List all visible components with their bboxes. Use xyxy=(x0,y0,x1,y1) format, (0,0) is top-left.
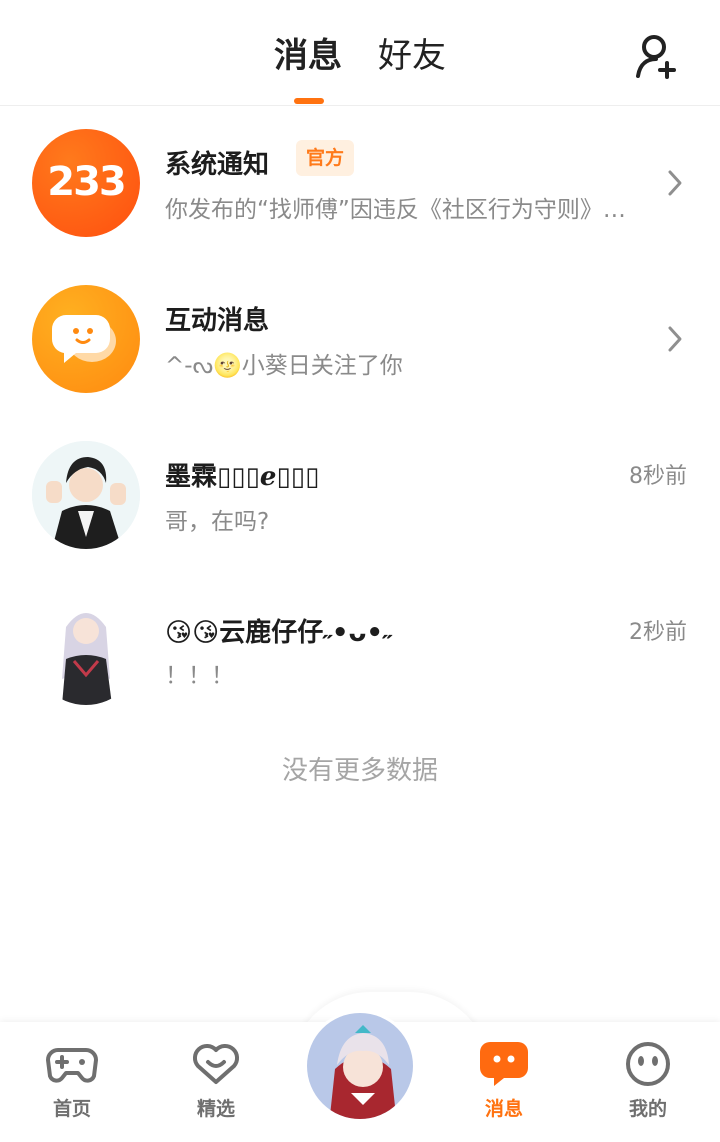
nav-item-messages[interactable]: 消息 xyxy=(454,1040,554,1121)
chevron-right-icon xyxy=(668,170,682,196)
avatar-user-yunlu xyxy=(32,597,140,705)
avatar-user-molin xyxy=(32,441,140,549)
list-item-system-notice[interactable]: 233 系统通知 你发布的“找师傅”因违反《社区行为守则》… xyxy=(0,118,720,248)
list-item-interactions[interactable]: 互动消息 ^-ᔓ🌝小葵日关注了你 xyxy=(0,274,720,404)
anime-girl-image xyxy=(32,597,140,705)
nav-label: 精选 xyxy=(196,1098,235,1120)
tab-friends[interactable]: 好友 xyxy=(378,30,446,82)
nav-label: 我的 xyxy=(628,1098,667,1120)
message-title: 墨霖▯▯▯ℯ▯▯▯ xyxy=(165,462,320,492)
message-preview: 哥，在吗? xyxy=(165,509,270,535)
avatar-233: 233 xyxy=(32,129,140,237)
chat-bubble-icon xyxy=(51,315,116,363)
heart-chat-icon xyxy=(192,1043,240,1084)
nav-label: 首页 xyxy=(52,1098,91,1120)
anime-boy-image xyxy=(32,441,140,549)
header: 消息 好友 xyxy=(0,0,720,106)
avatar-chat xyxy=(32,285,140,393)
nav-label: 消息 xyxy=(484,1098,523,1120)
message-preview: 你发布的“找师傅”因违反《社区行为守则》… xyxy=(165,197,626,223)
message-preview: ！！！ xyxy=(165,663,234,689)
message-title: 😘😘云鹿仔仔˶•ᴗ•˶ xyxy=(165,618,392,648)
tab-messages[interactable]: 消息 xyxy=(274,30,342,82)
nav-center-avatar[interactable] xyxy=(304,1010,416,1122)
message-title: 系统通知 xyxy=(165,150,270,180)
message-time: 2秒前 xyxy=(629,620,687,645)
no-more-data-text: 没有更多数据 xyxy=(281,756,438,786)
nav-item-home[interactable]: 首页 xyxy=(22,1040,122,1121)
official-badge: 官方 xyxy=(296,140,355,176)
face-icon xyxy=(626,1042,670,1086)
message-preview: ^-ᔓ🌝小葵日关注了你 xyxy=(165,353,403,379)
tab-indicator xyxy=(294,98,324,104)
gamepad-icon xyxy=(46,1048,98,1083)
list-item-chat-molin[interactable]: 墨霖▯▯▯ℯ▯▯▯ 哥，在吗? 8秒前 xyxy=(0,430,720,560)
nav-item-featured[interactable]: 精选 xyxy=(166,1040,266,1121)
message-icon xyxy=(480,1042,528,1086)
list-item-chat-yunlu[interactable]: 😘😘云鹿仔仔˶•ᴗ•˶ ！！！ 2秒前 xyxy=(0,586,720,716)
chevron-right-icon xyxy=(668,326,682,352)
add-user-icon[interactable] xyxy=(632,32,680,80)
message-time: 8秒前 xyxy=(629,464,687,489)
avatar-233-text: 233 xyxy=(47,159,127,205)
message-title: 互动消息 xyxy=(165,306,270,336)
nav-item-profile[interactable]: 我的 xyxy=(598,1040,698,1121)
